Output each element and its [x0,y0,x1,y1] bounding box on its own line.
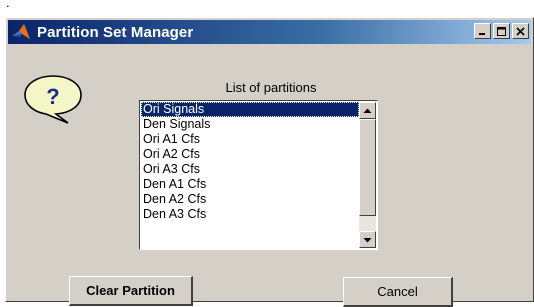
maximize-icon [497,26,506,36]
window-controls [472,23,529,39]
scroll-down-button[interactable] [359,231,376,248]
list-label: List of partitions [225,80,317,95]
list-item[interactable]: Den A1 Cfs [141,177,359,192]
list-item[interactable]: Den A2 Cfs [141,192,359,207]
title-bar[interactable]: Partition Set Manager [8,20,531,44]
list-item[interactable]: Ori A3 Cfs [141,162,359,177]
cancel-button[interactable]: Cancel [343,277,453,307]
list-item[interactable]: Ori A1 Cfs [141,132,359,147]
minimize-button[interactable] [474,23,491,39]
scroll-up-button[interactable] [359,102,376,119]
list-item[interactable]: Ori A2 Cfs [141,147,359,162]
scroll-thumb[interactable] [359,119,376,216]
question-bubble-icon: ? [22,73,84,130]
list-item[interactable]: Den A3 Cfs [141,207,359,222]
close-icon [516,26,525,36]
minimize-icon [479,32,485,35]
maximize-button[interactable] [493,23,510,39]
list-item[interactable]: Ori Signals [141,102,359,117]
partition-set-manager-window: Partition Set Manager ? List of partitio… [5,17,534,307]
arrow-down-icon [363,237,372,242]
window-title: Partition Set Manager [37,23,194,41]
list-scrollbar[interactable] [359,102,376,248]
arrow-up-icon [363,108,372,113]
list-item[interactable]: Den Signals [141,117,359,132]
close-button[interactable] [512,23,529,39]
list-items: Ori Signals Den Signals Ori A1 Cfs Ori A2 C… [141,102,359,248]
partitions-listbox[interactable]: Ori Signals Den Signals Ori A1 Cfs Ori A2 C… [139,100,378,250]
page-bullet: . [6,0,10,10]
help-glyph: ? [46,84,59,109]
matlab-logo-icon [11,22,31,42]
